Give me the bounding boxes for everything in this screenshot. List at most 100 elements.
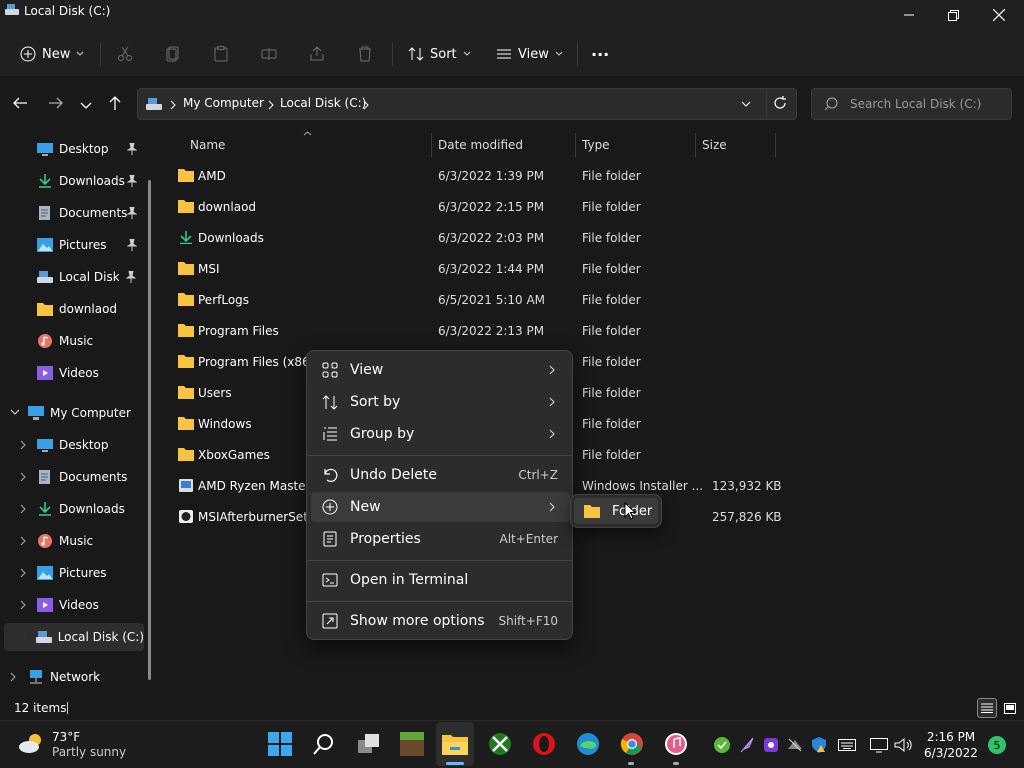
tray-app-3[interactable] [762, 736, 780, 754]
pin-icon [127, 207, 137, 219]
search-input[interactable]: Search Local Disk (C:) [850, 97, 981, 111]
column-divider[interactable] [431, 133, 432, 157]
submenu-item-folder[interactable]: Folder [574, 498, 658, 524]
forward-button[interactable] [48, 96, 64, 113]
more-options-button[interactable]: ··· [591, 38, 609, 70]
folder-icon [178, 324, 194, 337]
new-button[interactable]: New [20, 38, 84, 70]
menu-item-open-in-terminal[interactable]: Open in Terminal [311, 565, 570, 595]
taskbar-search[interactable] [310, 730, 338, 758]
refresh-icon[interactable] [773, 96, 787, 110]
rename-button[interactable] [261, 38, 277, 70]
column-divider[interactable] [775, 133, 776, 157]
paste-button[interactable] [213, 38, 229, 70]
menu-item-properties[interactable]: Properties Alt+Enter [311, 524, 570, 554]
nav-my-computer[interactable]: My Computer [0, 399, 145, 427]
column-divider[interactable] [575, 133, 576, 157]
nav-computer-local-disk[interactable]: Local Disk (C:) [4, 623, 144, 651]
nav-quick-documents[interactable]: Documents [0, 199, 145, 227]
taskbar-minecraft[interactable] [398, 730, 426, 758]
taskbar-file-explorer[interactable] [441, 730, 469, 758]
tray-app-1[interactable] [713, 736, 731, 754]
menu-item-new[interactable]: New [311, 492, 570, 522]
nav-quick-pictures[interactable]: Pictures [0, 231, 145, 259]
breadcrumb-my-computer[interactable]: My Computer [183, 96, 264, 110]
nav-computer-videos[interactable]: Videos [0, 591, 145, 619]
nav-network[interactable]: Network [0, 663, 145, 691]
column-header-size[interactable]: Size [702, 138, 727, 152]
nav-computer-downloads[interactable]: Downloads [0, 495, 145, 523]
terminal-icon [322, 573, 338, 587]
taskbar-chrome[interactable] [618, 730, 646, 758]
tray-volume[interactable] [894, 736, 912, 754]
file-row[interactable]: Program Files 6/3/2022 2:13 PM File fold… [160, 316, 776, 347]
taskbar-edge[interactable] [574, 730, 602, 758]
tray-security[interactable] [810, 736, 828, 754]
nav-quick-downlaod[interactable]: downlaod [0, 295, 145, 323]
start-button[interactable] [266, 730, 294, 758]
taskbar-task-view[interactable] [355, 730, 383, 758]
tiles-view-icon [1004, 702, 1016, 714]
nav-computer-music[interactable]: Music [0, 527, 145, 555]
back-button[interactable] [12, 96, 28, 113]
weather-desc: Partly sunny [52, 745, 127, 759]
tray-app-2[interactable] [738, 736, 756, 754]
menu-label: Sort by [350, 394, 401, 410]
nav-quick-local-disk[interactable]: Local Disk (C:) [0, 263, 138, 291]
delete-button[interactable] [357, 38, 373, 70]
column-header-name[interactable]: Name [190, 138, 225, 152]
drive-icon [37, 271, 53, 283]
file-row[interactable]: AMD 6/3/2022 1:39 PM File folder [160, 161, 776, 192]
details-view-toggle[interactable] [977, 698, 997, 718]
column-header-type[interactable]: Type [582, 138, 610, 152]
recent-button[interactable] [80, 99, 92, 113]
column-divider[interactable] [695, 133, 696, 157]
nav-scrollbar[interactable] [148, 180, 151, 680]
taskbar-xbox[interactable] [486, 730, 514, 758]
tiles-view-toggle[interactable] [1000, 698, 1020, 718]
undo-icon [324, 468, 338, 482]
file-row[interactable]: Downloads 6/3/2022 2:03 PM File folder [160, 223, 776, 254]
maximize-button[interactable] [930, 0, 976, 30]
breadcrumb-local-disk[interactable]: Local Disk (C:) [280, 96, 366, 110]
view-button[interactable]: View [496, 38, 563, 70]
network-icon [30, 670, 42, 684]
network-off-icon [788, 738, 802, 752]
menu-item-view[interactable]: View [311, 355, 570, 385]
file-row[interactable]: downlaod 6/3/2022 2:15 PM File folder [160, 192, 776, 223]
nav-quick-music[interactable]: Music [0, 327, 145, 355]
clock[interactable]: 2:16 PM 6/3/2022 [920, 730, 982, 760]
cut-button[interactable] [117, 38, 133, 70]
column-header-date[interactable]: Date modified [438, 138, 523, 152]
copy-button[interactable] [165, 38, 181, 70]
nav-quick-desktop[interactable]: Desktop [0, 135, 145, 163]
share-button[interactable] [309, 38, 325, 70]
search-box[interactable]: Search Local Disk (C:) [811, 88, 1012, 120]
file-row[interactable]: PerfLogs 6/5/2021 5:10 AM File folder [160, 285, 776, 316]
pin-icon [127, 143, 137, 155]
tray-keyboard[interactable] [838, 736, 856, 754]
tray-app-4[interactable] [786, 736, 804, 754]
menu-item-sort-by[interactable]: Sort by [311, 387, 570, 417]
close-button[interactable] [976, 0, 1022, 30]
taskbar-itunes[interactable] [662, 730, 690, 758]
up-button[interactable] [108, 95, 122, 114]
address-bar[interactable]: My Computer Local Disk (C:) [137, 88, 797, 120]
nav-computer-desktop[interactable]: Desktop [0, 431, 145, 459]
tray-display[interactable] [870, 736, 888, 754]
chevron-down-icon[interactable] [741, 101, 751, 107]
menu-separator [307, 560, 572, 561]
nav-quick-videos[interactable]: Videos [0, 359, 145, 387]
nav-label: Local Disk (C:) [59, 270, 119, 284]
nav-quick-downloads[interactable]: Downloads [0, 167, 145, 195]
minimize-button[interactable] [886, 0, 932, 30]
notification-badge[interactable]: 5 [988, 736, 1006, 754]
sort-button[interactable]: Sort [408, 38, 471, 70]
nav-computer-documents[interactable]: Documents [0, 463, 145, 491]
file-row[interactable]: MSI 6/3/2022 1:44 PM File folder [160, 254, 776, 285]
taskbar-opera[interactable] [530, 730, 558, 758]
menu-item-show-more-options[interactable]: Show more options Shift+F10 [311, 606, 570, 636]
menu-item-group-by[interactable]: Group by [311, 419, 570, 449]
menu-item-undo-delete[interactable]: Undo Delete Ctrl+Z [311, 460, 570, 490]
nav-computer-pictures[interactable]: Pictures [0, 559, 145, 587]
